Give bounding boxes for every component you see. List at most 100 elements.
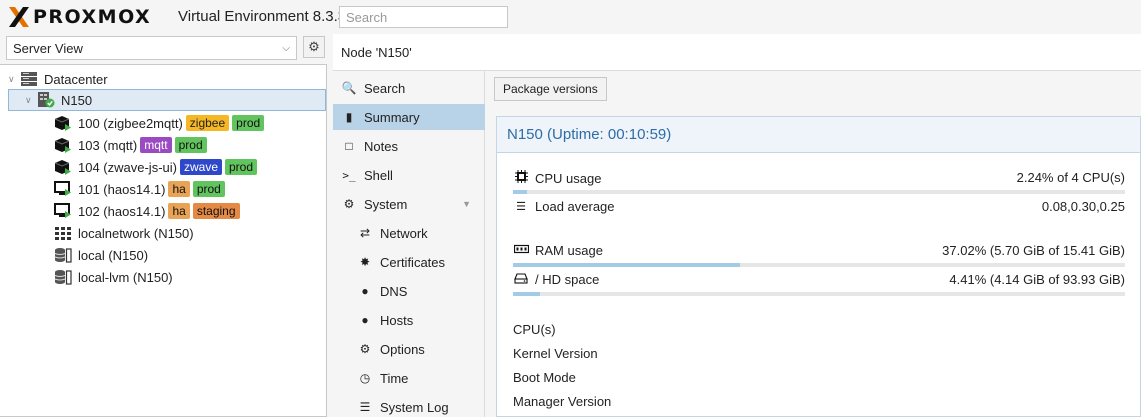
tag-prod: prod	[232, 115, 265, 131]
server-stack-icon	[20, 71, 38, 87]
nav-item-dns[interactable]: ● DNS	[333, 278, 485, 304]
tree-item-container[interactable]: 103 (mqtt) mqtt prod	[54, 134, 207, 156]
nav-item-label: Certificates	[380, 254, 446, 270]
status-panel-title: N150 (Uptime: 00:10:59)	[497, 117, 1140, 153]
node-online-icon	[37, 92, 55, 108]
book-icon: ▮	[345, 110, 353, 124]
nav-item-time[interactable]: ◷ Time	[333, 365, 485, 391]
tree-item-storage[interactable]: local (N150)	[54, 244, 148, 266]
tag-prod: prod	[225, 159, 258, 175]
vm-running-icon	[54, 203, 72, 219]
proxmox-x-icon	[8, 6, 30, 28]
load-average-label: Load average	[535, 199, 615, 214]
tree-item-storage[interactable]: local-lvm (N150)	[54, 266, 173, 288]
ram-usage-bar	[513, 263, 1125, 267]
nav-item-label: DNS	[380, 283, 408, 299]
tree-item-label: 103 (mqtt)	[78, 137, 138, 153]
tree-item-container[interactable]: 100 (zigbee2mqtt) zigbee prod	[54, 112, 265, 134]
tag-zwave: zwave	[179, 159, 222, 175]
certificate-icon: ✸	[359, 255, 371, 269]
tree-item-vm[interactable]: 101 (haos14.1) ha prod	[54, 178, 225, 200]
search-icon: 🔍	[341, 81, 357, 95]
ram-usage-label: RAM usage	[535, 243, 603, 258]
ram-usage-label-group: RAM usage	[513, 243, 603, 258]
tree-item-vm[interactable]: 102 (haos14.1) ha staging	[54, 200, 240, 222]
memory-icon	[513, 244, 529, 257]
gear-icon: ⚙	[359, 342, 371, 356]
tree-item-label: local-lvm (N150)	[78, 269, 173, 285]
cpu-usage-row: CPU usage 2.24% of 4 CPU(s)	[513, 170, 1125, 190]
hdd-icon	[513, 272, 529, 287]
tree-item-label: 100 (zigbee2mqtt)	[78, 115, 183, 131]
nav-item-label: System	[364, 196, 408, 212]
hd-space-bar	[513, 292, 1125, 296]
tree-item-label: localnetwork (N150)	[78, 225, 194, 241]
nav-item-label: Search	[364, 80, 406, 96]
tree-item-label: N150	[61, 92, 93, 108]
chevron-down-icon: ⌵	[282, 42, 290, 54]
nav-item-label: Hosts	[380, 312, 414, 328]
tag-prod: prod	[192, 181, 225, 197]
nav-item-shell[interactable]: >_ Shell	[333, 162, 485, 188]
nav-item-search[interactable]: 🔍 Search	[333, 75, 485, 101]
gear-button[interactable]: ⚙	[303, 36, 325, 58]
nav-item-system[interactable]: ⚙ System ▼	[333, 191, 485, 217]
nav-item-system-log[interactable]: ☰ System Log	[333, 394, 485, 417]
notes-icon: □	[345, 139, 353, 153]
nav-item-label: Time	[380, 370, 409, 386]
top-bar: PROXMOX Virtual Environment 8.3.3	[0, 0, 1141, 34]
status-panel: N150 (Uptime: 00:10:59) CPU usage 2.24% …	[496, 116, 1141, 417]
nav-item-label: Network	[380, 225, 428, 241]
tree-item-label: 102 (haos14.1)	[78, 203, 166, 219]
terminal-icon: >_	[342, 168, 356, 182]
tree-item-datacenter[interactable]: ∨ Datacenter	[8, 68, 108, 90]
tree-item-container[interactable]: 104 (zwave-js-ui) zwave prod	[54, 156, 258, 178]
nav-item-summary[interactable]: ▮ Summary	[333, 104, 485, 130]
ram-usage-value: 37.02% (5.70 GiB of 15.41 GiB)	[942, 243, 1125, 258]
network-icon: ⇄	[359, 226, 371, 240]
container-running-icon	[54, 115, 72, 131]
gear-icon: ⚙	[308, 39, 320, 54]
proxmox-logo[interactable]: PROXMOX	[8, 6, 151, 28]
nav-item-network[interactable]: ⇄ Network	[333, 220, 485, 246]
node-navigation: 🔍 Search ▮ Summary □ Notes >_ Shell ⚙ Sy…	[333, 71, 485, 417]
hd-space-value: 4.41% (4.14 GiB of 93.93 GiB)	[949, 272, 1125, 287]
resource-tree: ∨ Datacenter ∨ N150 100 (zigbee2mqtt) zi…	[0, 64, 327, 417]
storage-icon	[54, 247, 72, 263]
boot-mode-label: Boot Mode	[513, 370, 576, 385]
tree-item-sdn-zone[interactable]: localnetwork (N150)	[54, 222, 194, 244]
uptime-title: N150 (Uptime: 00:10:59)	[507, 126, 672, 143]
view-selector[interactable]: Server View ⌵	[6, 36, 297, 60]
container-running-icon	[54, 137, 72, 153]
cpu-usage-label-group: CPU usage	[513, 170, 601, 186]
tree-item-label: 101 (haos14.1)	[78, 181, 166, 197]
collapse-icon[interactable]: ∨	[25, 95, 37, 106]
tasks-icon: ☰	[516, 201, 526, 213]
cogs-icon: ⚙	[343, 197, 355, 211]
logo-text: PROXMOX	[33, 6, 152, 28]
hd-space-row: / HD space 4.41% (4.14 GiB of 93.93 GiB)	[513, 272, 1125, 292]
chevron-down-icon[interactable]: ▼	[462, 199, 471, 209]
tag-staging: staging	[192, 203, 240, 219]
cpu-usage-bar	[513, 190, 1125, 194]
nav-item-hosts[interactable]: ● Hosts	[333, 307, 485, 333]
nav-item-certificates[interactable]: ✸ Certificates	[333, 249, 485, 275]
nav-item-notes[interactable]: □ Notes	[333, 133, 485, 159]
nav-item-label: Notes	[364, 138, 398, 154]
nav-item-options[interactable]: ⚙ Options	[333, 336, 485, 362]
globe-icon: ●	[361, 313, 369, 327]
global-search-input[interactable]	[339, 6, 508, 28]
package-versions-button[interactable]: Package versions	[494, 77, 607, 101]
tag-prod: prod	[174, 137, 207, 153]
cpu-usage-label: CPU usage	[535, 170, 602, 186]
collapse-icon[interactable]: ∨	[8, 74, 20, 85]
vm-running-icon	[54, 181, 72, 197]
resource-tree-panel: Server View ⌵ ⚙ ∨ Datacenter ∨ N150 100 …	[0, 34, 329, 417]
hd-space-label: / HD space	[535, 272, 600, 287]
tree-item-node[interactable]: ∨ N150	[8, 89, 326, 111]
ram-usage-row: RAM usage 37.02% (5.70 GiB of 15.41 GiB)	[513, 243, 1125, 263]
load-average-value: 0.08,0.30,0.25	[1041, 199, 1125, 214]
tag-mqtt: mqtt	[140, 137, 172, 153]
globe-icon: ●	[361, 284, 369, 298]
nav-item-label: Shell	[364, 167, 393, 183]
